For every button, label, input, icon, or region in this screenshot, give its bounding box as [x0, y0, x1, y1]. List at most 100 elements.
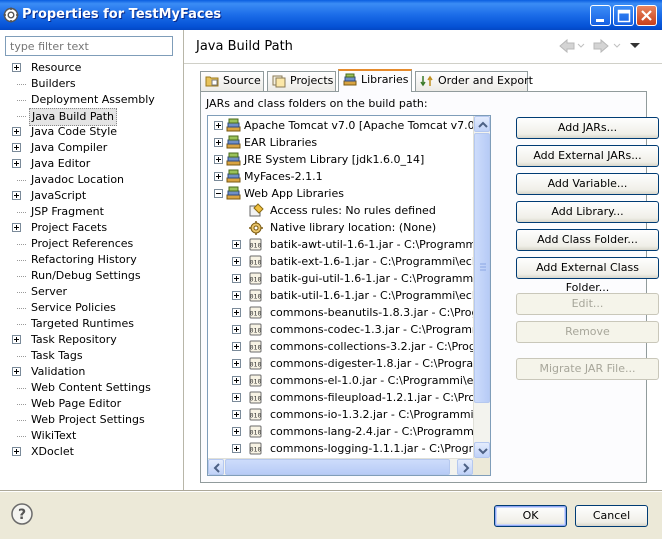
- remove-button[interactable]: Remove: [516, 321, 659, 343]
- expand-icon[interactable]: [232, 410, 241, 419]
- filter-input[interactable]: [5, 36, 173, 56]
- tree-item-label: Java Code Style: [31, 125, 118, 138]
- svg-text:010: 010: [250, 412, 262, 420]
- tab-source[interactable]: Source: [200, 71, 264, 91]
- forward-arrow-icon[interactable]: [593, 38, 621, 54]
- add-external-class-folder-button[interactable]: Add External Class Folder...: [516, 257, 659, 294]
- expand-icon[interactable]: [232, 308, 241, 317]
- expand-icon[interactable]: [12, 127, 21, 136]
- expand-icon[interactable]: [12, 191, 21, 200]
- add-class-folder-button[interactable]: Add Class Folder...: [516, 229, 659, 251]
- tree-item-label: Web Project Settings: [31, 413, 145, 426]
- library-tree-label: batik-gui-util-1.6-1.jar - C:\Programmi\…: [270, 272, 491, 285]
- add-variable-button[interactable]: Add Variable...: [516, 173, 659, 195]
- svg-text:010: 010: [250, 327, 262, 335]
- jar-icon: 010: [248, 373, 264, 388]
- tab-libraries[interactable]: Libraries: [338, 69, 412, 92]
- expand-icon[interactable]: [232, 376, 241, 385]
- add-external-jars-button[interactable]: Add External JARs...: [516, 145, 659, 167]
- tree-item-label: Refactoring History: [31, 253, 137, 266]
- expand-icon[interactable]: [12, 447, 21, 456]
- scroll-up-button[interactable]: [474, 116, 490, 132]
- expand-icon[interactable]: [12, 159, 21, 168]
- library-icon: [343, 73, 357, 86]
- migrate-jar-file-button[interactable]: Migrate JAR File...: [516, 358, 659, 380]
- tab-projects[interactable]: Projects: [267, 71, 336, 91]
- expand-icon[interactable]: [12, 63, 21, 72]
- help-icon[interactable]: ?: [11, 503, 33, 525]
- tab-source-label: Source: [223, 74, 261, 87]
- expand-icon[interactable]: [214, 138, 223, 147]
- expand-icon[interactable]: [232, 444, 241, 453]
- horizontal-scroll-thumb[interactable]: [225, 459, 450, 475]
- tree-item-label: Resource: [31, 61, 82, 74]
- jar-icon: 010: [248, 305, 264, 320]
- scroll-left-button[interactable]: [208, 459, 224, 475]
- tree-item-label: Deployment Assembly: [31, 93, 155, 106]
- tree-item-label: Web Page Editor: [31, 397, 122, 410]
- expand-icon[interactable]: [214, 172, 223, 181]
- expand-icon[interactable]: [232, 325, 241, 334]
- build-path-caption: JARs and class folders on the build path…: [206, 97, 428, 110]
- add-jars-button[interactable]: Add JARs...: [516, 117, 659, 139]
- expand-icon[interactable]: [214, 121, 223, 130]
- tree-connector: [17, 100, 26, 101]
- title-bar[interactable]: Properties for TestMyFaces: [0, 0, 662, 30]
- minimize-button[interactable]: [590, 5, 611, 26]
- view-menu-icon[interactable]: [630, 43, 640, 48]
- tree-item-label: Targeted Runtimes: [31, 317, 134, 330]
- library-tree-label: batik-ext-1.6-1.jar - C:\Programmi\eclip…: [270, 255, 491, 268]
- collapse-icon[interactable]: [214, 189, 223, 198]
- cancel-button[interactable]: Cancel: [575, 505, 648, 527]
- tree-connector: [17, 180, 26, 181]
- tree-connector: [17, 404, 26, 405]
- expand-icon[interactable]: [232, 291, 241, 300]
- expand-icon[interactable]: [232, 342, 241, 351]
- expand-icon[interactable]: [12, 223, 21, 232]
- close-button[interactable]: [636, 5, 657, 26]
- tree-connector: [17, 324, 26, 325]
- tab-order-export[interactable]: Order and Export: [415, 71, 533, 91]
- svg-text:010: 010: [250, 361, 262, 369]
- expand-icon[interactable]: [232, 240, 241, 249]
- scroll-down-button[interactable]: [474, 442, 490, 458]
- svg-text:010: 010: [250, 378, 262, 386]
- down-arrow-icon: [478, 448, 488, 455]
- library-tree-label: EAR Libraries: [244, 136, 318, 149]
- libraries-tree[interactable]: Apache Tomcat v7.0 [Apache Tomcat v7.0] E…: [207, 115, 491, 476]
- edit-button[interactable]: Edit...: [516, 293, 659, 315]
- expand-icon[interactable]: [214, 155, 223, 164]
- tree-connector: [17, 116, 26, 117]
- library-icon: [226, 152, 242, 167]
- horizontal-scrollbar[interactable]: [208, 458, 474, 475]
- tab-order-export-label: Order and Export: [438, 74, 533, 87]
- scroll-right-button[interactable]: [457, 459, 473, 475]
- tree-connector: [17, 260, 26, 261]
- expand-icon[interactable]: [232, 274, 241, 283]
- library-tree-label: MyFaces-2.1.1: [244, 170, 323, 183]
- left-arrow-icon: [213, 463, 220, 473]
- expand-icon[interactable]: [232, 393, 241, 402]
- expand-icon[interactable]: [12, 143, 21, 152]
- jar-icon: 010: [248, 322, 264, 337]
- ok-button[interactable]: OK: [494, 505, 567, 527]
- projects-icon: [272, 75, 286, 88]
- add-library-button[interactable]: Add Library...: [516, 201, 659, 223]
- expand-icon[interactable]: [232, 427, 241, 436]
- vertical-scroll-thumb[interactable]: [474, 133, 490, 403]
- expand-icon[interactable]: [232, 359, 241, 368]
- library-tree-label: commons-logging-1.1.1.jar - C:\Programmi…: [270, 442, 491, 455]
- back-arrow-icon[interactable]: [559, 38, 585, 54]
- maximize-button[interactable]: [613, 5, 634, 26]
- expand-icon[interactable]: [232, 257, 241, 266]
- jar-icon: 010: [248, 339, 264, 354]
- expand-icon[interactable]: [12, 367, 21, 376]
- library-tree-label: JRE System Library [jdk1.6.0_14]: [244, 153, 425, 166]
- tree-item-label: Project References: [31, 237, 134, 250]
- svg-text:010: 010: [250, 344, 262, 352]
- jar-icon: 010: [248, 441, 264, 456]
- jar-icon: 010: [248, 254, 264, 269]
- vertical-scrollbar[interactable]: [473, 116, 490, 459]
- expand-icon[interactable]: [12, 335, 21, 344]
- library-tree-label: batik-util-1.6-1.jar - C:\Programmi\ecli…: [270, 289, 491, 302]
